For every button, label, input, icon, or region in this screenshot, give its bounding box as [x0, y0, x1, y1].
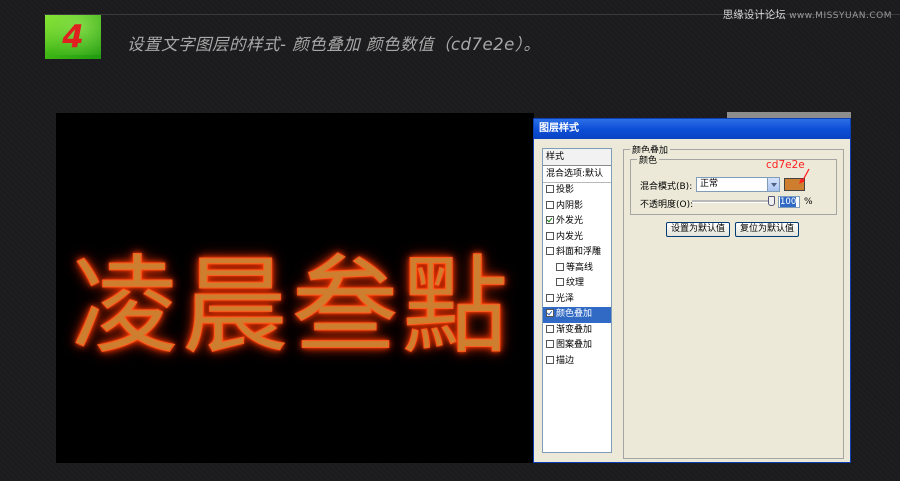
style-item[interactable]: 光泽 — [543, 292, 611, 308]
style-item[interactable]: 内阴影 — [543, 199, 611, 215]
glowing-text-layer: 凌晨叁點 — [72, 245, 512, 368]
style-item[interactable]: 颜色叠加 — [543, 307, 611, 323]
style-checkbox[interactable] — [546, 340, 554, 348]
style-item-label: 外发光 — [556, 216, 584, 226]
opacity-label: 不透明度(O): — [640, 200, 694, 210]
styles-items: 混合选项:默认投影内阴影外发光内发光斜面和浮雕等高线纹理光泽颜色叠加渐变叠加图案… — [543, 166, 611, 369]
style-item-label: 图案叠加 — [556, 340, 593, 350]
step-number: 4 — [62, 19, 84, 55]
style-item-label: 等高线 — [566, 262, 594, 273]
chevron-down-icon[interactable] — [767, 178, 779, 191]
styles-header[interactable]: 样式 — [543, 149, 611, 166]
style-item-label: 描边 — [556, 355, 575, 366]
blend-mode-value: 正常 — [700, 179, 719, 189]
watermark-url: www.MISSYUAN.COM — [789, 11, 892, 21]
style-item-label: 混合选项:默认 — [546, 169, 604, 179]
style-item[interactable]: 等高线 — [543, 261, 611, 277]
style-checkbox[interactable] — [546, 200, 554, 209]
opacity-unit: % — [804, 197, 813, 207]
style-item-label: 渐变叠加 — [556, 324, 593, 335]
style-item[interactable]: 纹理 — [543, 276, 611, 292]
opacity-slider-thumb[interactable] — [768, 196, 775, 206]
opacity-slider-track[interactable] — [692, 200, 774, 203]
watermark-site-name: 思缘设计论坛 — [722, 9, 786, 21]
style-item[interactable]: 混合选项:默认 — [543, 166, 611, 183]
style-item[interactable]: 投影 — [543, 183, 611, 199]
style-item[interactable]: 斜面和浮雕 — [543, 245, 611, 261]
step-badge: 4 — [45, 15, 101, 59]
style-checkbox[interactable] — [546, 185, 554, 193]
style-item-label: 内发光 — [556, 231, 584, 242]
style-item[interactable]: 内发光 — [543, 230, 611, 246]
style-checkbox[interactable] — [546, 231, 554, 240]
blend-mode-label: 混合模式(B): — [640, 182, 693, 192]
style-checkbox[interactable] — [546, 324, 554, 333]
style-checkbox[interactable] — [546, 247, 554, 255]
style-item[interactable]: 外发光 — [543, 214, 611, 230]
opacity-value: 100 — [780, 197, 797, 207]
style-item-label: 投影 — [556, 185, 575, 195]
style-checkbox[interactable] — [556, 278, 564, 286]
style-item-label: 光泽 — [556, 293, 575, 304]
style-item-label: 纹理 — [566, 278, 585, 288]
style-checkbox[interactable] — [546, 216, 554, 224]
reset-default-button[interactable]: 复位为默认值 — [735, 222, 799, 237]
style-checkbox[interactable] — [556, 262, 564, 271]
style-checkbox[interactable] — [546, 309, 554, 317]
annotation-arrow-icon — [799, 168, 810, 184]
watermark: 思缘设计论坛 www.MISSYUAN.COM — [723, 7, 892, 22]
styles-list: 样式 混合选项:默认投影内阴影外发光内发光斜面和浮雕等高线纹理光泽颜色叠加渐变叠… — [542, 148, 612, 453]
group-title: 颜色 — [637, 153, 660, 166]
dialog-title[interactable]: 图层样式 — [534, 119, 850, 139]
step-title: 设置文字图层的样式- 颜色叠加 颜色数值（cd7e2e）。 — [127, 35, 541, 54]
style-item-label: 斜面和浮雕 — [556, 247, 602, 257]
blend-mode-select[interactable]: 正常 — [696, 177, 780, 192]
opacity-input[interactable]: 100 — [778, 196, 800, 208]
style-item-label: 内阴影 — [556, 200, 584, 211]
style-item-label: 颜色叠加 — [556, 309, 593, 319]
color-overlay-panel: 颜色叠加 颜色 混合模式(B): 正常 不透明度(O): 100 % 设置为默认… — [623, 143, 844, 459]
make-default-button[interactable]: 设置为默认值 — [666, 222, 730, 237]
style-item[interactable]: 渐变叠加 — [543, 323, 611, 339]
style-item[interactable]: 图案叠加 — [543, 338, 611, 354]
style-checkbox[interactable] — [546, 355, 554, 364]
document-canvas: 凌晨叁點 — [56, 113, 534, 463]
style-checkbox[interactable] — [546, 293, 554, 302]
style-item[interactable]: 描边 — [543, 354, 611, 370]
